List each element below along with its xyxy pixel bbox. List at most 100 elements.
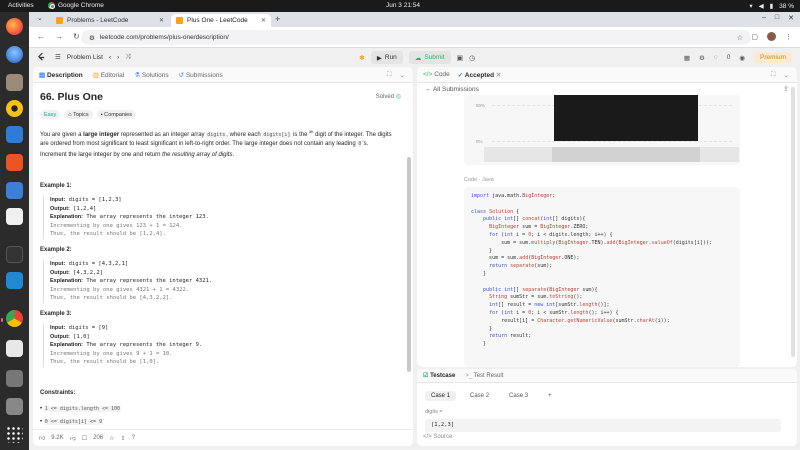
case-3-button[interactable]: Case 3 bbox=[503, 391, 534, 401]
case-1-button[interactable]: Case 1 bbox=[425, 391, 457, 401]
add-case-icon[interactable]: + bbox=[542, 391, 558, 401]
solutions-icon: ⚗ bbox=[134, 71, 141, 79]
battery-icon: ▮ bbox=[769, 3, 774, 10]
lock-icon: ▪ bbox=[100, 111, 103, 118]
back-icon[interactable]: ← bbox=[37, 32, 45, 41]
submit-button[interactable]: ☁ Submit bbox=[408, 51, 451, 64]
accepted-icon: ✓ bbox=[457, 71, 464, 79]
tab-accepted[interactable]: ✓ Accepted ✕ bbox=[458, 71, 502, 79]
tab-search-icon[interactable]: ⌄ bbox=[37, 14, 43, 22]
screenshot-icon[interactable] bbox=[6, 340, 23, 357]
chrome-dock-icon[interactable] bbox=[6, 310, 23, 327]
share-icon[interactable]: ⇪ bbox=[121, 435, 126, 442]
shuffle-icon[interactable]: ⤨ bbox=[125, 53, 130, 61]
tab-test-result[interactable]: >_ Test Result bbox=[465, 373, 503, 379]
companies-tag[interactable]: ▪ Companies bbox=[96, 110, 136, 119]
description-scrollbar[interactable] bbox=[407, 157, 411, 372]
run-button[interactable]: ▶ Run bbox=[370, 51, 403, 64]
vscode-icon[interactable] bbox=[6, 272, 23, 289]
topics-tag[interactable]: ⌂ Topics bbox=[64, 110, 93, 119]
all-submissions-link[interactable]: ← All Submissions bbox=[425, 86, 479, 93]
testcase-tabs: ☑ Testcase >_ Test Result bbox=[417, 369, 797, 383]
firefox-icon[interactable] bbox=[6, 18, 23, 35]
problem-list-nav[interactable]: ☰ Problem List ‹ › ⤨ bbox=[55, 53, 131, 61]
premium-button[interactable]: Premium bbox=[753, 52, 792, 63]
help-icon[interactable]: ? bbox=[132, 435, 135, 441]
like-icon[interactable]: 👍︎ bbox=[39, 434, 45, 442]
disk-icon[interactable] bbox=[6, 370, 23, 387]
new-tab-button[interactable]: + bbox=[275, 14, 280, 24]
user-avatar-icon[interactable]: ◉ bbox=[739, 54, 745, 62]
address-bar[interactable]: ⚙ leetcode.com/problems/plus-one/descrip… bbox=[81, 30, 751, 45]
app-menu[interactable]: Google Chrome bbox=[48, 2, 104, 9]
notes-icon[interactable]: ▣ bbox=[457, 54, 464, 62]
distribution-bar[interactable] bbox=[554, 95, 698, 141]
menu-icon[interactable]: ⋮ bbox=[785, 33, 792, 41]
share-icon[interactable]: ⇪ bbox=[783, 85, 789, 93]
submission-scrollbar[interactable] bbox=[791, 87, 795, 357]
browser-tab-plus-one[interactable]: Plus One - LeetCode ✕ bbox=[171, 14, 271, 27]
text: You are given a bbox=[40, 132, 84, 138]
maximize-panel-icon[interactable]: ⛶ bbox=[771, 71, 776, 79]
runtime-distribution-chart: 50% 0% bbox=[464, 95, 740, 165]
tab-solutions[interactable]: ⚗ Solutions bbox=[134, 71, 168, 79]
prev-problem-icon[interactable]: ‹ bbox=[109, 54, 111, 61]
timer-icon[interactable]: ◷ bbox=[469, 54, 475, 62]
maximize-icon[interactable]: □ bbox=[775, 14, 779, 22]
code-header: Code · Java bbox=[464, 177, 494, 183]
maximize-panel-icon[interactable]: ⛶ bbox=[387, 71, 392, 79]
reload-icon[interactable]: ↻ bbox=[73, 32, 80, 41]
layout-icon[interactable]: ▦ bbox=[684, 54, 690, 62]
case-2-button[interactable]: Case 2 bbox=[464, 391, 495, 401]
leetcode-logo-icon[interactable] bbox=[37, 52, 46, 63]
collapse-panel-icon[interactable]: ⌄ bbox=[400, 71, 405, 79]
thunderbird-icon[interactable] bbox=[6, 46, 23, 63]
bookmark-star-icon[interactable]: ☆ bbox=[737, 34, 743, 42]
close-window-icon[interactable]: ✕ bbox=[788, 14, 794, 22]
settings-icon[interactable]: ⚙ bbox=[699, 54, 705, 62]
show-apps-icon[interactable] bbox=[6, 426, 23, 443]
files-icon[interactable] bbox=[6, 74, 23, 91]
tag-label: Topics bbox=[73, 111, 89, 118]
terminal-icon[interactable] bbox=[6, 246, 23, 263]
collapse-panel-icon[interactable]: ⌄ bbox=[784, 71, 789, 79]
site-info-icon[interactable]: ⚙ bbox=[89, 34, 95, 42]
next-problem-icon[interactable]: › bbox=[117, 54, 119, 61]
activities-button[interactable]: Activities bbox=[8, 2, 34, 9]
tab-code[interactable]: </> Code bbox=[423, 71, 450, 78]
star-icon[interactable]: ☆ bbox=[109, 435, 114, 442]
system-tray[interactable]: ▾ ◀ ▮ 38 % bbox=[749, 2, 794, 11]
dislike-icon[interactable]: 👎︎ bbox=[70, 434, 76, 442]
terminal-icon: >_ bbox=[465, 372, 473, 379]
text-editor-icon[interactable] bbox=[6, 182, 23, 199]
clock[interactable]: Jun 3 21:54 bbox=[386, 2, 420, 9]
rhythmbox-icon[interactable] bbox=[6, 100, 23, 117]
browser-tab-problems[interactable]: Problems - LeetCode ✕ bbox=[51, 14, 169, 27]
trash-icon[interactable] bbox=[6, 398, 23, 415]
difficulty-badge: Easy bbox=[40, 110, 61, 119]
close-tab-icon[interactable]: ✕ bbox=[159, 17, 164, 24]
help-icon[interactable] bbox=[6, 208, 23, 225]
forward-icon[interactable]: → bbox=[55, 32, 63, 41]
label: Explanation: bbox=[50, 342, 84, 348]
tab-description[interactable]: ▤ Description bbox=[39, 71, 83, 79]
minimize-icon[interactable]: – bbox=[762, 14, 766, 22]
extensions-icon[interactable]: ▢ bbox=[751, 33, 758, 41]
app-center-icon[interactable] bbox=[6, 154, 23, 171]
tab-testcase[interactable]: ☑ Testcase bbox=[423, 372, 455, 379]
range-slider-selection[interactable] bbox=[552, 147, 700, 162]
code-tabs: </> Code ✓ Accepted ✕ ⛶ ⌄ bbox=[417, 67, 797, 83]
profile-avatar[interactable] bbox=[767, 32, 776, 41]
streak-icon[interactable]: ◌ bbox=[714, 54, 718, 61]
debug-icon[interactable]: ✱ bbox=[359, 54, 365, 62]
param-input[interactable]: [1,2,3] bbox=[425, 419, 781, 432]
tab-submissions[interactable]: ↺ Submissions bbox=[179, 71, 223, 79]
source-link[interactable]: </> Source bbox=[423, 434, 452, 440]
comment-icon[interactable]: ☐ bbox=[82, 435, 87, 442]
leetcode-favicon bbox=[56, 17, 63, 24]
close-tab-icon[interactable]: ✕ bbox=[496, 72, 501, 79]
writer-icon[interactable] bbox=[6, 126, 23, 143]
close-tab-icon[interactable]: ✕ bbox=[261, 17, 266, 24]
tab-label: Testcase bbox=[430, 373, 456, 379]
tab-editorial[interactable]: ▥ Editorial bbox=[93, 71, 124, 79]
